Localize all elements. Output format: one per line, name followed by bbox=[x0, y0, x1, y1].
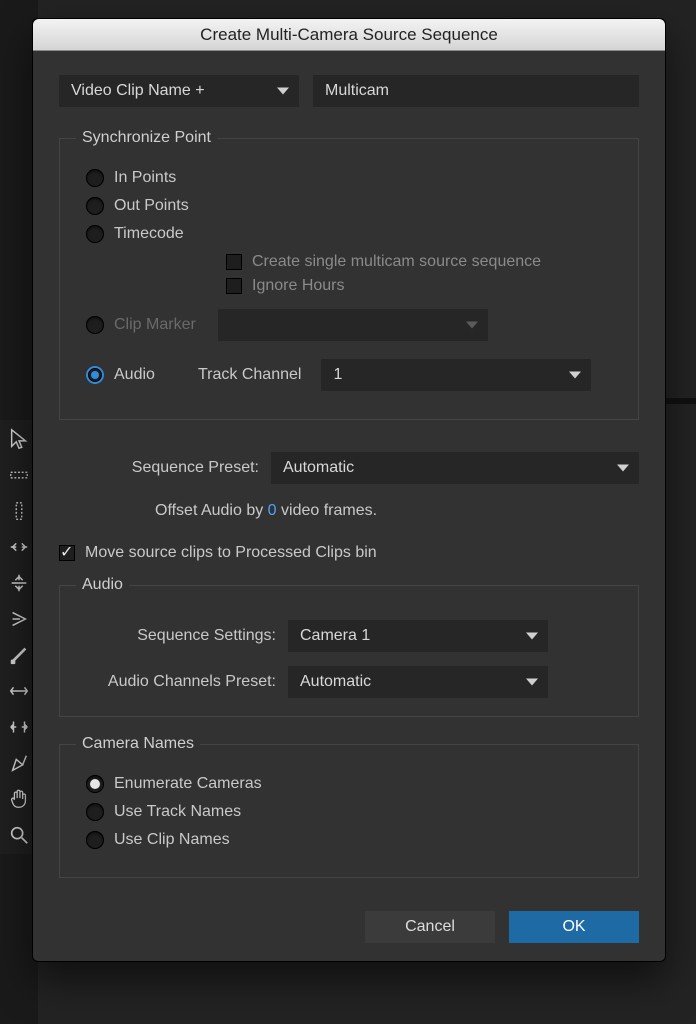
tc-ignore-hours: Ignore Hours bbox=[226, 277, 622, 295]
pen-tool-icon[interactable] bbox=[4, 748, 34, 778]
track-channel-dropdown[interactable]: 1 bbox=[321, 359, 591, 391]
camera-names-group: Camera Names Enumerate Cameras Use Track… bbox=[59, 735, 639, 878]
audio-group: Audio Sequence Settings: Camera 1 Audio … bbox=[59, 576, 639, 717]
sequence-preset-dropdown[interactable]: Automatic bbox=[271, 452, 639, 484]
radio-icon bbox=[86, 316, 104, 334]
cam-enumerate[interactable]: Enumerate Cameras bbox=[86, 775, 622, 793]
offset-audio-text: Offset Audio by 0 video frames. bbox=[155, 502, 639, 520]
sequence-name-input[interactable]: Multicam bbox=[313, 75, 639, 107]
radio-icon bbox=[86, 197, 104, 215]
rolling-edit-icon[interactable] bbox=[4, 568, 34, 598]
checkbox-label: Ignore Hours bbox=[252, 277, 345, 295]
sync-point-group: Synchronize Point In Points Out Points T… bbox=[59, 129, 639, 420]
offset-audio-value[interactable]: 0 bbox=[268, 502, 277, 519]
checkbox-icon[interactable] bbox=[226, 254, 242, 270]
audio-channels-preset-dropdown[interactable]: Automatic bbox=[288, 666, 548, 698]
cancel-button[interactable]: Cancel bbox=[365, 911, 495, 943]
rate-stretch-icon[interactable] bbox=[4, 604, 34, 634]
track-channel-label: Track Channel bbox=[198, 366, 301, 384]
radio-label: Out Points bbox=[114, 197, 189, 215]
dialog-title: Create Multi-Camera Source Sequence bbox=[33, 19, 665, 51]
sequence-settings-value: Camera 1 bbox=[300, 627, 370, 645]
name-mode-dropdown[interactable]: Video Clip Name + bbox=[59, 75, 299, 107]
name-mode-value: Video Clip Name + bbox=[71, 82, 205, 100]
chevron-down-icon bbox=[277, 88, 289, 95]
radio-label: Timecode bbox=[114, 225, 184, 243]
sync-out-points[interactable]: Out Points bbox=[86, 197, 622, 215]
marquee-horizontal-icon[interactable] bbox=[4, 460, 34, 490]
checkbox-icon[interactable] bbox=[226, 278, 242, 294]
hand-tool-icon[interactable] bbox=[4, 784, 34, 814]
sequence-preset-label: Sequence Preset: bbox=[59, 459, 259, 477]
slip-tool-icon[interactable] bbox=[4, 676, 34, 706]
sync-clip-marker[interactable]: Clip Marker bbox=[86, 309, 622, 341]
sync-timecode[interactable]: Timecode bbox=[86, 225, 622, 243]
radio-label: Use Clip Names bbox=[114, 831, 230, 849]
sequence-preset-value: Automatic bbox=[283, 459, 354, 477]
sequence-name-value: Multicam bbox=[325, 82, 389, 100]
sequence-settings-label: Sequence Settings: bbox=[76, 627, 276, 645]
sequence-settings-dropdown[interactable]: Camera 1 bbox=[288, 620, 548, 652]
tc-create-single: Create single multicam source sequence bbox=[226, 253, 622, 271]
chevron-down-icon bbox=[617, 465, 629, 472]
marquee-vertical-icon[interactable] bbox=[4, 496, 34, 526]
radio-icon bbox=[86, 775, 104, 793]
razor-tool-icon[interactable] bbox=[4, 640, 34, 670]
radio-icon bbox=[86, 803, 104, 821]
radio-label: Enumerate Cameras bbox=[114, 775, 262, 793]
radio-label: Audio bbox=[114, 366, 184, 384]
sync-audio[interactable]: Audio Track Channel 1 bbox=[86, 359, 622, 391]
radio-icon bbox=[86, 169, 104, 187]
slide-tool-icon[interactable] bbox=[4, 712, 34, 742]
audio-channels-preset-label: Audio Channels Preset: bbox=[76, 673, 276, 691]
cam-track-names[interactable]: Use Track Names bbox=[86, 803, 622, 821]
track-channel-value: 1 bbox=[333, 366, 342, 384]
ok-button[interactable]: OK bbox=[509, 911, 639, 943]
multicam-dialog: Create Multi-Camera Source Sequence Vide… bbox=[32, 18, 666, 962]
radio-icon bbox=[86, 831, 104, 849]
checkbox-icon[interactable] bbox=[59, 545, 75, 561]
radio-icon bbox=[86, 225, 104, 243]
ripple-edit-icon[interactable] bbox=[4, 532, 34, 562]
camera-names-legend: Camera Names bbox=[76, 735, 200, 753]
checkbox-label: Create single multicam source sequence bbox=[252, 253, 541, 271]
cam-clip-names[interactable]: Use Clip Names bbox=[86, 831, 622, 849]
move-to-bin-checkbox-row[interactable]: Move source clips to Processed Clips bin bbox=[59, 544, 639, 562]
zoom-tool-icon[interactable] bbox=[4, 820, 34, 850]
radio-label: Clip Marker bbox=[114, 316, 196, 334]
chevron-down-icon bbox=[526, 633, 538, 640]
audio-legend: Audio bbox=[76, 576, 129, 594]
chevron-down-icon bbox=[466, 322, 478, 329]
chevron-down-icon bbox=[526, 679, 538, 686]
checkbox-label: Move source clips to Processed Clips bin bbox=[85, 544, 377, 562]
radio-label: Use Track Names bbox=[114, 803, 241, 821]
clip-marker-dropdown bbox=[218, 309, 488, 341]
sync-point-legend: Synchronize Point bbox=[76, 129, 217, 147]
selection-tool-icon[interactable] bbox=[4, 424, 34, 454]
radio-icon bbox=[86, 366, 104, 384]
radio-label: In Points bbox=[114, 169, 176, 187]
audio-channels-preset-value: Automatic bbox=[300, 673, 371, 691]
sync-in-points[interactable]: In Points bbox=[86, 169, 622, 187]
chevron-down-icon bbox=[569, 372, 581, 379]
